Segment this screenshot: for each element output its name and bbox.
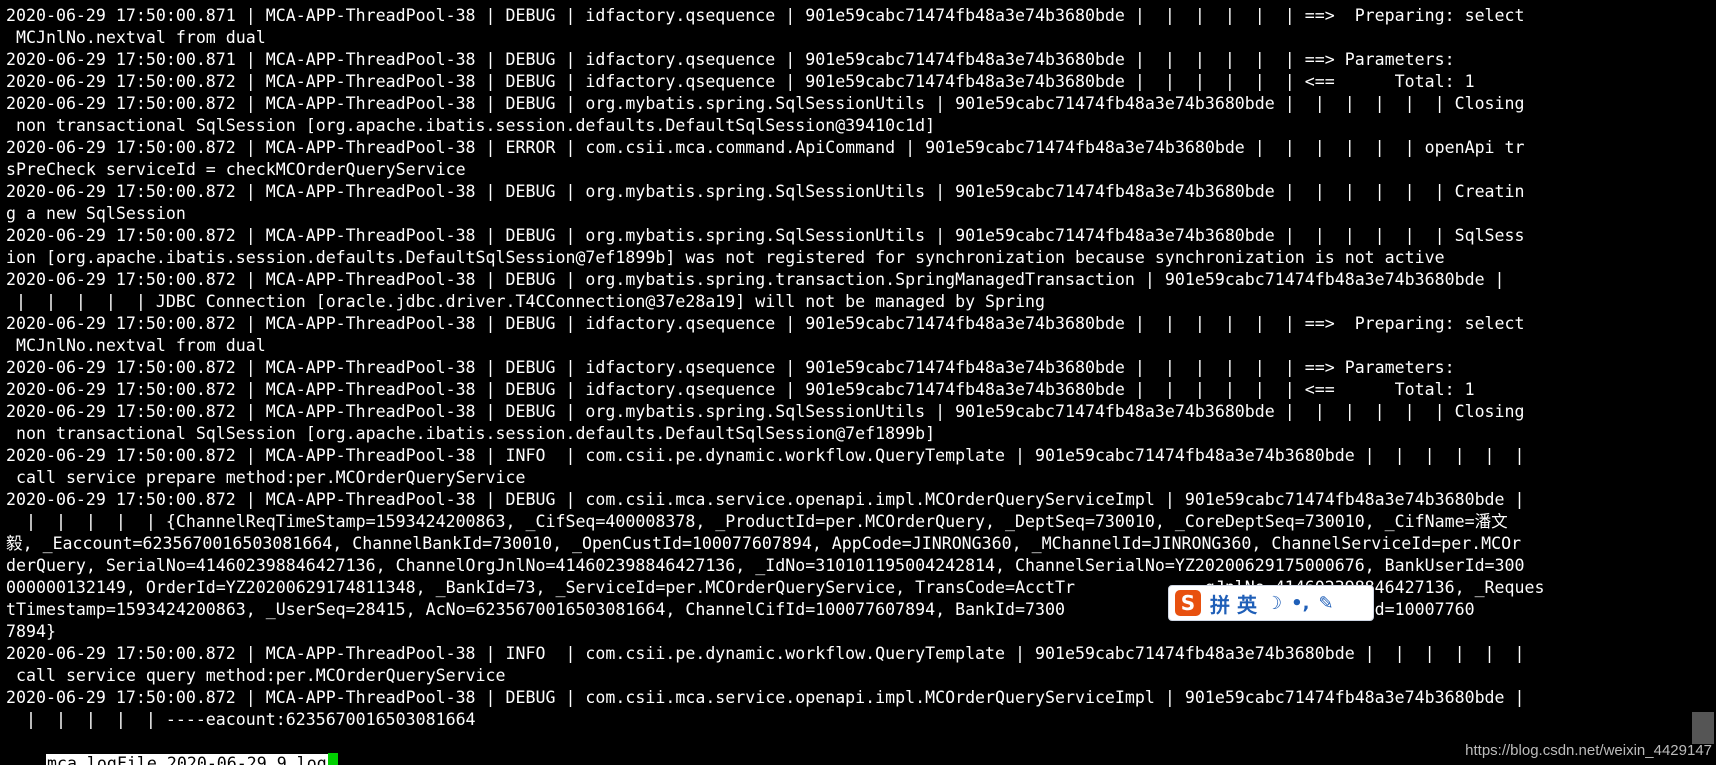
log-line: call service prepare method:per.MCOrderQ… — [6, 468, 526, 487]
log-line: 2020-06-29 17:50:00.872 | MCA-APP-Thread… — [6, 490, 1525, 509]
ime-toolbar[interactable]: S 拼 英 ☽ •, ✎ — [1168, 585, 1374, 621]
log-line: ion [org.apache.ibatis.session.defaults.… — [6, 248, 1445, 267]
wrench-icon[interactable]: ✎ — [1318, 593, 1333, 614]
log-line: MCJnlNo.nextval from dual — [6, 336, 266, 355]
log-line: | | | | | {ChannelReqTimeStamp=159342420… — [6, 512, 1508, 531]
log-line: derQuery, SerialNo=414602398846427136, C… — [6, 556, 1525, 575]
log-line: 2020-06-29 17:50:00.871 | MCA-APP-Thread… — [6, 50, 1455, 69]
log-line: 2020-06-29 17:50:00.872 | MCA-APP-Thread… — [6, 380, 1475, 399]
log-line: 2020-06-29 17:50:00.872 | MCA-APP-Thread… — [6, 358, 1455, 377]
log-line: 2020-06-29 17:50:00.872 | MCA-APP-Thread… — [6, 270, 1505, 289]
terminal-cursor — [327, 753, 338, 765]
log-line: non transactional SqlSession [org.apache… — [6, 116, 936, 135]
sogou-logo-icon[interactable]: S — [1175, 590, 1201, 616]
log-line: MCJnlNo.nextval from dual — [6, 28, 266, 47]
log-line: | | | | | JDBC Connection [oracle.jdbc.d… — [6, 292, 1045, 311]
log-line: non transactional SqlSession [org.apache… — [6, 424, 936, 443]
status-filename: mca.logFile.2020-06-29.9.log — [45, 754, 328, 765]
log-line: 2020-06-29 17:50:00.872 | MCA-APP-Thread… — [6, 182, 1525, 201]
log-line: 毅, _Eaccount=6235670016503081664, Channe… — [6, 534, 1522, 553]
log-line: 7894} — [6, 622, 56, 641]
ime-mode-label[interactable]: 拼 英 — [1210, 589, 1257, 618]
vertical-scrollbar[interactable] — [1690, 0, 1716, 765]
punctuation-icon[interactable]: •, — [1291, 593, 1309, 614]
log-line: sPreCheck serviceId = checkMCOrderQueryS… — [6, 160, 466, 179]
log-line: 2020-06-29 17:50:00.872 | MCA-APP-Thread… — [6, 644, 1525, 663]
log-line: 2020-06-29 17:50:00.872 | MCA-APP-Thread… — [6, 72, 1475, 91]
log-line: 2020-06-29 17:50:00.872 | MCA-APP-Thread… — [6, 94, 1525, 113]
watermark-text: https://blog.csdn.net/weixin_4429147 — [1465, 742, 1712, 759]
log-line: 2020-06-29 17:50:00.872 | MCA-APP-Thread… — [6, 226, 1525, 245]
log-line: g a new SqlSession — [6, 204, 186, 223]
moon-icon[interactable]: ☽ — [1266, 593, 1282, 614]
terminal-window[interactable]: 2020-06-29 17:50:00.871 | MCA-APP-Thread… — [0, 0, 1690, 765]
status-line: mca.logFile.2020-06-29.9.log — [6, 731, 338, 765]
log-line: | | | | | ----eacount:623567001650308166… — [6, 710, 476, 729]
log-line: 2020-06-29 17:50:00.871 | MCA-APP-Thread… — [6, 6, 1525, 25]
log-line: 2020-06-29 17:50:00.872 | MCA-APP-Thread… — [6, 402, 1525, 421]
log-line: call service query method:per.MCOrderQue… — [6, 666, 506, 685]
log-line: 2020-06-29 17:50:00.872 | MCA-APP-Thread… — [6, 138, 1525, 157]
log-line: 2020-06-29 17:50:00.872 | MCA-APP-Thread… — [6, 314, 1525, 333]
scrollbar-thumb[interactable] — [1692, 712, 1714, 744]
log-output: 2020-06-29 17:50:00.871 | MCA-APP-Thread… — [6, 5, 1545, 731]
log-line: 2020-06-29 17:50:00.872 | MCA-APP-Thread… — [6, 688, 1525, 707]
log-line: 2020-06-29 17:50:00.872 | MCA-APP-Thread… — [6, 446, 1525, 465]
